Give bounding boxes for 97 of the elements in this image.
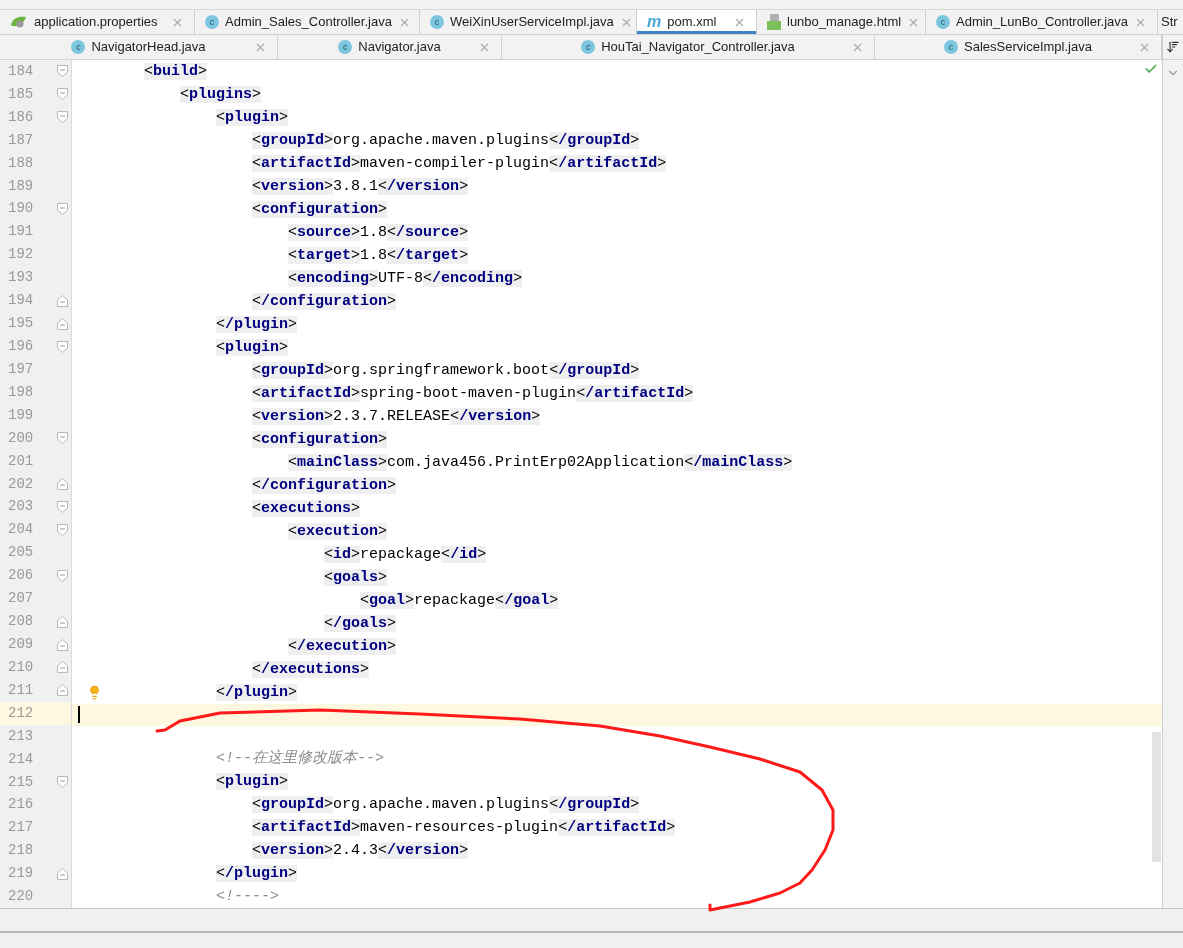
code-line: <groupId>org.apache.maven.plugins</groupId> <box>251 131 640 151</box>
tab-label: Navigator.java <box>358 38 441 57</box>
fold-marker-icon[interactable] <box>56 65 68 78</box>
code-line: <artifactId>spring-boot-maven-plugin</artifactId> <box>251 384 694 404</box>
line-number: 203 <box>7 497 35 517</box>
line-number: 195 <box>7 314 35 334</box>
class-icon: c <box>71 40 86 54</box>
fold-marker-icon[interactable] <box>56 111 68 124</box>
line-number: 218 <box>7 841 35 861</box>
fold-marker-icon[interactable] <box>56 684 68 697</box>
code-comment: <!----> <box>215 887 280 907</box>
code-line: <goal>repackage</goal> <box>359 591 559 611</box>
line-number: 193 <box>7 268 35 288</box>
line-number: 216 <box>7 795 35 815</box>
tab-label: NavigatorHead.java <box>91 38 206 57</box>
fold-marker-icon[interactable] <box>56 523 68 536</box>
fold-marker-icon[interactable] <box>56 776 68 789</box>
line-number: 207 <box>7 589 35 609</box>
tab-label: pom.xml <box>667 13 717 32</box>
leaf-gear-icon <box>10 15 28 29</box>
code-line: <source>1.8</source> <box>287 223 469 243</box>
code-line: <artifactId>maven-compiler-plugin</artifactId> <box>251 154 667 174</box>
code-line: <version>3.8.1</version> <box>251 177 469 197</box>
line-number: 213 <box>7 726 35 746</box>
code-line: <groupId>org.apache.maven.plugins</groupId> <box>251 795 640 815</box>
scrollbar-thumb[interactable] <box>1152 732 1161 862</box>
class-icon: c <box>581 40 596 54</box>
code-line: <target>1.8</target> <box>287 246 469 266</box>
fold-marker-icon[interactable] <box>56 500 68 513</box>
line-number: 205 <box>7 543 35 563</box>
line-number: 200 <box>7 428 35 448</box>
tab-label: lunbo_manage.html <box>787 13 902 32</box>
line-number: 199 <box>7 405 35 425</box>
tab-label: WeiXinUserServiceImpl.java <box>450 13 614 32</box>
line-number: 217 <box>7 818 35 838</box>
code-line: <version>2.3.7.RELEASE</version> <box>251 407 541 427</box>
fold-marker-icon[interactable] <box>56 203 68 215</box>
fold-marker-icon[interactable] <box>56 317 68 330</box>
line-number: 197 <box>7 359 35 379</box>
editor-tab[interactable]: m pom.xml <box>637 10 757 34</box>
line-number: 201 <box>7 451 35 471</box>
line-number: 211 <box>7 680 35 700</box>
fold-marker-icon[interactable] <box>56 294 68 307</box>
line-number: 194 <box>7 291 35 311</box>
code-line: <mainClass>com.java456.PrintErp02Application</mainClass> <box>287 453 793 473</box>
line-number: 206 <box>7 566 35 586</box>
code-comment: <!--在这里修改版本--> <box>215 748 385 769</box>
line-number: 189 <box>7 176 35 196</box>
class-icon: c <box>430 15 444 29</box>
class-icon: c <box>936 15 950 29</box>
line-number: 220 <box>7 887 35 907</box>
tab-label: SalesServiceImpl.java <box>964 38 1092 57</box>
tab-label: application.properties <box>34 13 158 32</box>
tab-label: Admin_Sales_Controller.java <box>225 13 392 32</box>
fold-marker-icon[interactable] <box>56 88 68 101</box>
line-number: 198 <box>7 382 35 402</box>
fold-marker-icon[interactable] <box>56 340 68 353</box>
line-number: 188 <box>7 153 35 173</box>
line-number: 219 <box>7 864 35 884</box>
sort-icon[interactable] <box>1166 40 1180 54</box>
line-number: 192 <box>7 245 35 265</box>
check-icon <box>1144 62 1158 76</box>
fold-marker-icon[interactable] <box>56 661 68 674</box>
line-number: 212 <box>7 703 35 723</box>
fold-marker-icon[interactable] <box>56 478 68 491</box>
line-number: 204 <box>7 520 35 540</box>
code-line: <encoding>UTF-8</encoding> <box>287 269 523 289</box>
fold-marker-icon[interactable] <box>56 569 68 582</box>
fold-marker-icon[interactable] <box>56 638 68 651</box>
class-icon: c <box>944 40 959 54</box>
line-number: 202 <box>7 474 35 494</box>
line-number: 214 <box>7 749 35 769</box>
class-icon: c <box>338 40 353 54</box>
code-line: <groupId>org.springframework.boot</groupId> <box>251 361 640 381</box>
tab-label: HouTai_Navigator_Controller.java <box>601 38 795 57</box>
line-number: 208 <box>7 612 35 632</box>
line-number: 210 <box>7 657 35 677</box>
maven-icon: m <box>647 14 662 30</box>
line-number: 215 <box>7 772 35 792</box>
line-number: 191 <box>7 222 35 242</box>
line-number: 186 <box>7 107 35 127</box>
tab-label: Str <box>1161 13 1178 32</box>
fold-marker-icon[interactable] <box>56 432 68 445</box>
line-number: 187 <box>7 130 35 150</box>
line-number: 196 <box>7 337 35 356</box>
line-number: 190 <box>7 199 35 219</box>
class-icon: c <box>205 15 219 29</box>
line-number: 184 <box>7 61 35 81</box>
fold-marker-icon[interactable] <box>56 867 68 880</box>
line-number: 185 <box>7 84 35 104</box>
html-file-icon <box>767 14 781 30</box>
code-line: <artifactId>maven-resources-plugin</artifactId> <box>251 818 676 838</box>
code-line: <version>2.4.3</version> <box>251 841 469 861</box>
tab-label: Admin_LunBo_Controller.java <box>956 13 1128 32</box>
fold-marker-icon[interactable] <box>56 615 68 628</box>
line-number: 209 <box>7 635 35 654</box>
code-line: <id>repackage</id> <box>323 545 487 565</box>
